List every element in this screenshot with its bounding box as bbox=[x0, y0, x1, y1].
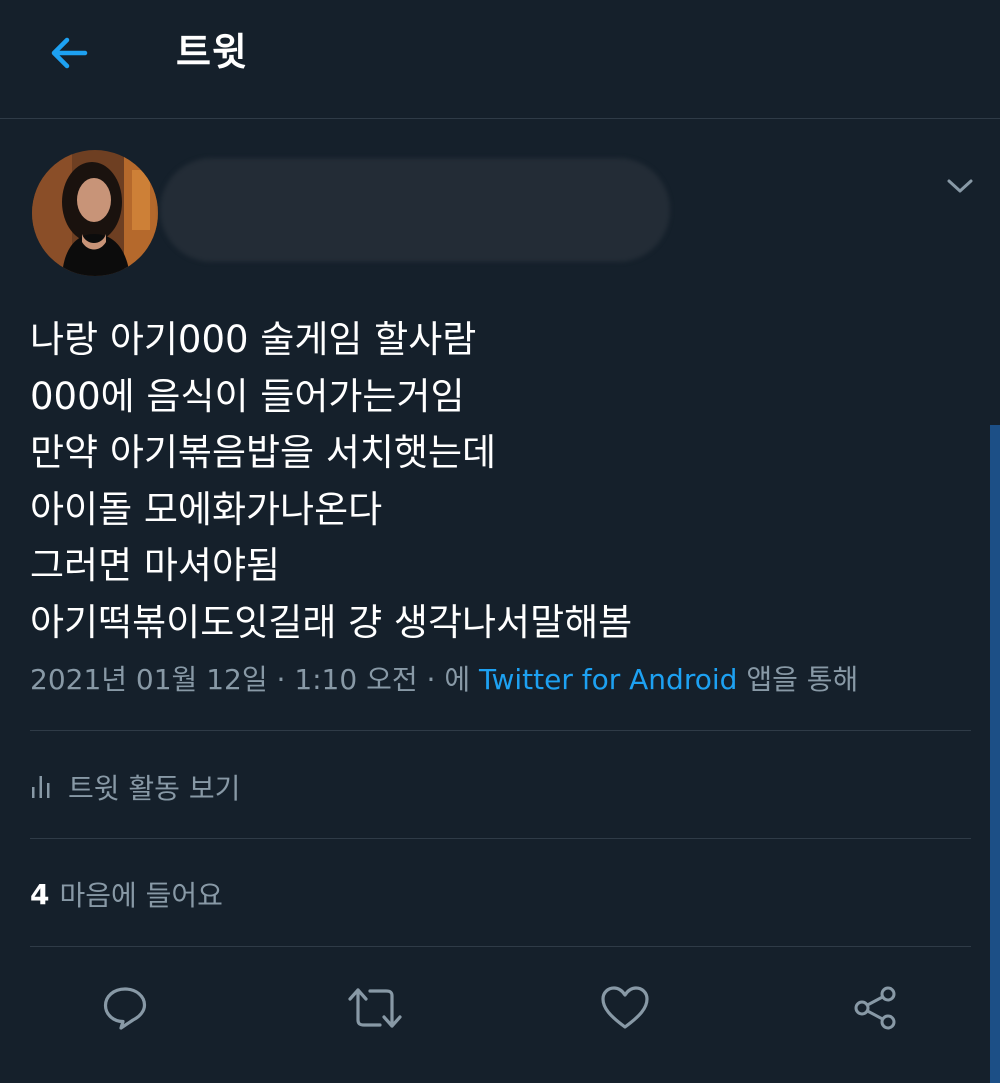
tweet-line: 000에 음식이 들어가는거임 bbox=[30, 374, 465, 418]
tweet-menu-button[interactable] bbox=[940, 170, 980, 202]
tweet-line: 만약 아기볶음밥을 서치햇는데 bbox=[30, 431, 497, 474]
via-suffix: 앱을 통해 bbox=[746, 663, 859, 696]
tweet-line: 나랑 아기000 술게임 할사람 bbox=[30, 318, 477, 361]
heart-icon bbox=[601, 986, 649, 1029]
tweet-line: 아기떡볶이도잇길래 걍 생각나서말해봄 bbox=[30, 600, 633, 644]
scrollbar[interactable] bbox=[990, 425, 1000, 1083]
tweet-text: 나랑 아기000 술게임 할사람 000에 음식이 들어가는거임 만약 아기볶음… bbox=[30, 312, 960, 651]
arrow-left-icon bbox=[51, 37, 88, 69]
likes-summary[interactable]: 4 마음에 들어요 bbox=[30, 872, 223, 916]
top-app-bar: 트윗 bbox=[0, 0, 1000, 119]
via-prefix: 에 bbox=[444, 663, 471, 696]
reply-button[interactable] bbox=[95, 980, 155, 1036]
divider bbox=[30, 946, 971, 947]
author-name-redacted bbox=[160, 158, 670, 262]
reply-bubble-icon bbox=[103, 987, 147, 1030]
tweet-line: 그러면 마셔야됨 bbox=[30, 544, 281, 587]
view-activity-link[interactable]: 트윗 활동 보기 bbox=[30, 762, 240, 812]
page-title: 트윗 bbox=[176, 30, 248, 74]
retweet-icon bbox=[348, 988, 402, 1028]
tweet-line: 아이돌 모에화가나온다 bbox=[30, 487, 383, 531]
tweet-time: 1:10 오전 bbox=[294, 663, 418, 696]
divider bbox=[30, 730, 971, 731]
share-button[interactable] bbox=[845, 980, 905, 1036]
likes-count: 4 bbox=[30, 877, 50, 911]
retweet-button[interactable] bbox=[345, 980, 405, 1036]
avatar-photo bbox=[32, 150, 158, 276]
chevron-down-icon bbox=[947, 179, 973, 193]
author-avatar[interactable] bbox=[32, 150, 158, 276]
tweet-date: 2021년 01월 12일 bbox=[30, 663, 268, 696]
back-button[interactable] bbox=[44, 28, 94, 78]
share-icon bbox=[854, 986, 896, 1030]
bar-chart-icon bbox=[30, 774, 52, 800]
source-link[interactable]: Twitter for Android bbox=[479, 663, 737, 696]
likes-label: 마음에 들어요 bbox=[59, 879, 223, 912]
activity-label: 트윗 활동 보기 bbox=[68, 772, 241, 805]
tweet-meta: 2021년 01월 12일 · 1:10 오전 · 에 Twitter for … bbox=[30, 663, 859, 696]
divider bbox=[30, 838, 971, 839]
like-button[interactable] bbox=[595, 980, 655, 1036]
